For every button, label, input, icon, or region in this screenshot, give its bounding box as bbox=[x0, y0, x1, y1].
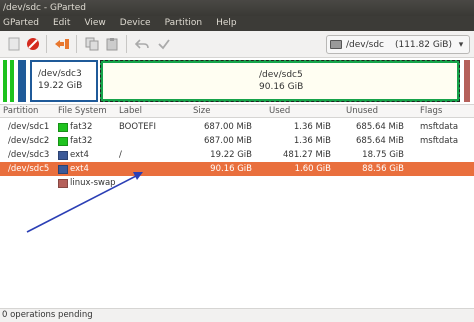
device-name: /dev/sdc bbox=[346, 39, 384, 50]
cell-fs: ext4 bbox=[70, 164, 89, 174]
table-row[interactable]: /dev/sdc1 fat32 BOOTEFI 687.00 MiB 1.36 … bbox=[0, 120, 474, 134]
fs-color-swatch bbox=[58, 151, 68, 160]
cell-label: BOOTEFI bbox=[119, 122, 157, 132]
menu-help[interactable]: Help bbox=[216, 16, 237, 31]
column-used[interactable]: Used bbox=[269, 106, 290, 116]
cell-flags: msftdata bbox=[420, 122, 459, 132]
chevron-down-icon: ▾ bbox=[458, 39, 464, 50]
cell-label: / bbox=[119, 150, 122, 160]
menu-view[interactable]: View bbox=[84, 16, 105, 31]
cell-used: 1.36 MiB bbox=[293, 122, 331, 132]
toolbar-separator bbox=[46, 35, 47, 53]
cell-partition: /dev/sdc3 bbox=[8, 150, 50, 160]
cell-fs: fat32 bbox=[70, 122, 93, 132]
cell-fs: ext4 bbox=[70, 150, 89, 160]
cell-used: 1.60 GiB bbox=[294, 164, 331, 174]
menu-bar: GParted Edit View Device Partition Help bbox=[0, 16, 474, 31]
partition-block-name: /dev/sdc3 bbox=[38, 69, 82, 79]
partition-block-unknown[interactable] bbox=[18, 60, 26, 102]
cell-unused: 18.75 GiB bbox=[362, 150, 404, 160]
partition-block-sdc3[interactable]: /dev/sdc3 19.22 GiB bbox=[30, 60, 98, 102]
fs-color-swatch bbox=[58, 137, 68, 146]
menu-gparted[interactable]: GParted bbox=[3, 16, 39, 31]
table-row[interactable]: /dev/sdc2 fat32 687.00 MiB 1.36 MiB 685.… bbox=[0, 134, 474, 148]
cell-size: 19.22 GiB bbox=[210, 150, 252, 160]
column-file-system[interactable]: File System bbox=[58, 106, 107, 116]
copy-icon[interactable] bbox=[84, 36, 100, 52]
cell-unused: 685.64 MiB bbox=[356, 122, 404, 132]
table-row-selected[interactable]: /dev/sdc5 ext4 90.16 GiB 1.60 GiB 88.56 … bbox=[0, 162, 474, 176]
cell-unused: 88.56 GiB bbox=[362, 164, 404, 174]
window-title-bar: /dev/sdc - GParted bbox=[0, 0, 474, 16]
table-row[interactable]: linux-swap bbox=[0, 176, 474, 190]
toolbar-separator bbox=[126, 35, 127, 53]
column-partition[interactable]: Partition bbox=[3, 106, 38, 116]
partition-block-size: 19.22 GiB bbox=[38, 81, 83, 91]
window-title: /dev/sdc - GParted bbox=[3, 3, 86, 13]
fs-color-swatch bbox=[58, 179, 68, 188]
harddisk-icon bbox=[330, 40, 342, 49]
cell-partition: /dev/sdc1 bbox=[8, 122, 50, 132]
cell-partition: /dev/sdc2 bbox=[8, 136, 50, 146]
fs-color-swatch bbox=[58, 165, 68, 174]
cell-used: 1.36 MiB bbox=[293, 136, 331, 146]
cell-partition: /dev/sdc5 bbox=[8, 164, 50, 174]
column-label[interactable]: Label bbox=[119, 106, 142, 116]
cell-size: 90.16 GiB bbox=[210, 164, 252, 174]
new-partition-icon[interactable] bbox=[6, 36, 22, 52]
toolbar: /dev/sdc (111.82 GiB) ▾ bbox=[0, 31, 474, 58]
partition-block-sdc5[interactable]: /dev/sdc5 90.16 GiB bbox=[100, 60, 460, 102]
partition-map: /dev/sdc3 19.22 GiB /dev/sdc5 90.16 GiB bbox=[0, 58, 474, 104]
column-unused[interactable]: Unused bbox=[346, 106, 378, 116]
cell-fs: linux-swap bbox=[70, 178, 116, 188]
partition-table-header: Partition File System Label Size Used Un… bbox=[0, 104, 474, 118]
menu-edit[interactable]: Edit bbox=[53, 16, 70, 31]
fs-color-swatch bbox=[58, 123, 68, 132]
cell-unused: 685.64 MiB bbox=[356, 136, 404, 146]
device-selector[interactable]: /dev/sdc (111.82 GiB) ▾ bbox=[326, 35, 470, 54]
resize-move-icon[interactable] bbox=[54, 36, 70, 52]
menu-partition[interactable]: Partition bbox=[165, 16, 203, 31]
apply-icon[interactable] bbox=[156, 36, 172, 52]
paste-icon[interactable] bbox=[104, 36, 120, 52]
cell-flags: msftdata bbox=[420, 136, 459, 146]
partition-block-size: 90.16 GiB bbox=[259, 82, 304, 92]
partition-table: /dev/sdc1 fat32 BOOTEFI 687.00 MiB 1.36 … bbox=[0, 118, 474, 306]
status-text: 0 operations pending bbox=[2, 310, 93, 320]
column-flags[interactable]: Flags bbox=[420, 106, 442, 116]
cell-size: 687.00 MiB bbox=[204, 136, 252, 146]
cell-fs: fat32 bbox=[70, 136, 93, 146]
device-size: (111.82 GiB) bbox=[394, 39, 452, 50]
table-row[interactable]: /dev/sdc3 ext4 / 19.22 GiB 481.27 MiB 18… bbox=[0, 148, 474, 162]
cell-used: 481.27 MiB bbox=[283, 150, 331, 160]
partition-block-sdc1[interactable] bbox=[3, 60, 7, 102]
menu-device[interactable]: Device bbox=[120, 16, 151, 31]
delete-icon[interactable] bbox=[25, 36, 41, 52]
undo-icon[interactable] bbox=[134, 36, 150, 52]
partition-block-name: /dev/sdc5 bbox=[259, 70, 303, 80]
column-size[interactable]: Size bbox=[193, 106, 210, 116]
status-bar: 0 operations pending bbox=[0, 308, 474, 322]
partition-block-sdc2[interactable] bbox=[10, 60, 14, 102]
toolbar-separator bbox=[76, 35, 77, 53]
cell-size: 687.00 MiB bbox=[204, 122, 252, 132]
partition-block-swap[interactable] bbox=[464, 60, 470, 102]
